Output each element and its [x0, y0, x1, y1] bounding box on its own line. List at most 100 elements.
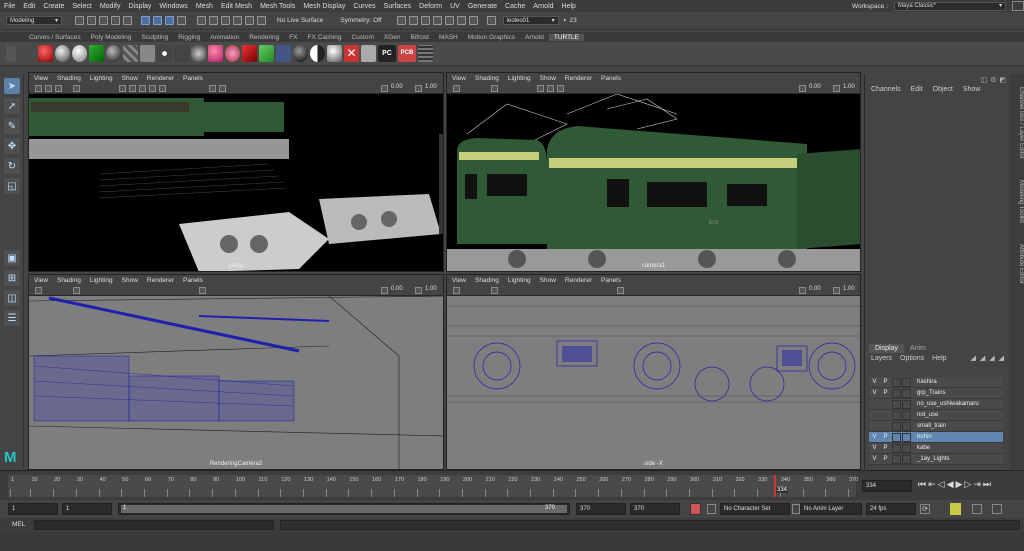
- menu-modify[interactable]: Modify: [96, 3, 125, 10]
- layer-color-box[interactable]: [902, 432, 911, 442]
- layer-row[interactable]: not_use: [869, 410, 1003, 421]
- shelf-green-cube-icon[interactable]: [259, 45, 274, 62]
- layer-color-box[interactable]: [902, 388, 911, 398]
- vp-menu-panels[interactable]: Panels: [601, 277, 621, 284]
- viewport-persp[interactable]: View Shading Lighting Show Renderer Pane…: [28, 72, 444, 272]
- select-tool-icon[interactable]: ➤: [4, 78, 20, 94]
- grid-icon[interactable]: [73, 287, 80, 294]
- bookmark-icon[interactable]: [45, 85, 52, 92]
- layer-type-box[interactable]: [892, 432, 901, 442]
- shelf-tab-bifrost[interactable]: Bifrost: [406, 34, 434, 41]
- vp-menu-renderer[interactable]: Renderer: [565, 277, 592, 284]
- grid-icon[interactable]: [73, 85, 80, 92]
- layer-row-selected[interactable]: V Pbuhin: [869, 432, 1003, 443]
- camera-icon[interactable]: [35, 85, 42, 92]
- go-to-end-icon[interactable]: ⏭: [983, 479, 991, 490]
- gamma-icon[interactable]: [833, 85, 840, 92]
- shelf-tab-rendering[interactable]: Rendering: [244, 34, 284, 41]
- shelf-teapot-icon[interactable]: [361, 45, 376, 62]
- key-icon[interactable]: [707, 504, 716, 514]
- shelf-tab-sculpting[interactable]: Sculpting: [137, 34, 174, 41]
- time-ruler[interactable]: 1 10 20 30 40 50 60 70 80 90 100 110 120 130 140 150 160…: [8, 475, 858, 497]
- layer-tab-display[interactable]: Display: [869, 344, 904, 353]
- shelf-tab-animation[interactable]: Animation: [205, 34, 244, 41]
- layer-menu-options[interactable]: Options: [900, 355, 924, 362]
- layer-type-box[interactable]: [892, 377, 901, 387]
- render-frame-icon[interactable]: [396, 16, 406, 25]
- play-forward-icon[interactable]: ▶: [956, 479, 963, 490]
- step-back-key-icon[interactable]: ⇤: [928, 479, 936, 490]
- range-bar[interactable]: 1 370: [118, 503, 570, 515]
- viewport-rendering-camera[interactable]: View Shading Lighting Show Renderer Pane…: [28, 274, 444, 470]
- select-object-icon[interactable]: [153, 16, 162, 25]
- layer-row[interactable]: V Phashira: [869, 377, 1003, 388]
- tab-modeling-toolkit[interactable]: Modeling Toolkit: [1010, 170, 1024, 232]
- scale-tool-icon[interactable]: ◱: [4, 178, 20, 194]
- gamma-value[interactable]: 1.00: [843, 84, 855, 90]
- wireframe-icon[interactable]: [617, 287, 624, 294]
- menu-windows[interactable]: Windows: [155, 3, 191, 10]
- layer-row[interactable]: no_use_ushiwakamaru: [869, 399, 1003, 410]
- textured-icon[interactable]: [139, 85, 146, 92]
- shelf-bw-sphere-icon[interactable]: [310, 45, 325, 62]
- arnold-render-icon[interactable]: [468, 16, 478, 25]
- camera-icon[interactable]: [35, 287, 42, 294]
- viewport-render-canvas[interactable]: RenderingCamera2: [29, 296, 443, 469]
- vp-menu-panels[interactable]: Panels: [183, 277, 203, 284]
- layer-visibility[interactable]: V: [869, 445, 880, 451]
- vp-menu-show[interactable]: Show: [122, 277, 138, 284]
- channel-menu-show[interactable]: Show: [963, 86, 981, 93]
- shelf-black-sphere-icon[interactable]: [293, 45, 308, 62]
- shelf-tab-turtle[interactable]: TURTLE: [548, 33, 585, 41]
- shelf-pcb-icon[interactable]: PCB: [398, 45, 416, 62]
- exposure-value[interactable]: 0.00: [809, 84, 821, 90]
- exposure-value[interactable]: 0.00: [391, 286, 403, 292]
- snap-surface-icon[interactable]: [245, 16, 254, 25]
- ipr-render-icon[interactable]: [408, 16, 418, 25]
- menu-select[interactable]: Select: [68, 3, 95, 10]
- current-time-marker[interactable]: [774, 475, 776, 497]
- exposure-icon[interactable]: [381, 85, 388, 92]
- shelf-tab-curves[interactable]: Curves / Surfaces: [24, 34, 86, 41]
- gamma-icon[interactable]: [833, 287, 840, 294]
- snap-curve-icon[interactable]: [209, 16, 218, 25]
- loop-icon[interactable]: ⟳: [920, 504, 930, 514]
- layer-color-box[interactable]: [902, 454, 911, 464]
- four-view-icon[interactable]: ⊞: [4, 270, 20, 286]
- current-frame-field[interactable]: 334: [862, 480, 912, 492]
- step-forward-frame-icon[interactable]: ▷: [964, 479, 971, 490]
- shelf-red-sphere-icon[interactable]: [38, 45, 53, 62]
- exposure-value[interactable]: 0.00: [809, 286, 821, 292]
- menu-uv[interactable]: UV: [446, 3, 464, 10]
- shelf-tab-custom[interactable]: Custom: [346, 34, 378, 41]
- shelf-tab-fx[interactable]: FX: [284, 34, 302, 41]
- anim-end-field[interactable]: 370: [576, 503, 626, 515]
- shelf-blue-icon[interactable]: [276, 45, 291, 62]
- smooth-shade-icon[interactable]: [547, 85, 554, 92]
- shelf-gear-icon[interactable]: [6, 45, 16, 62]
- layer-arrow-icon[interactable]: ◢: [980, 354, 985, 362]
- layer-color-box[interactable]: [902, 399, 911, 409]
- shelf-grid-icon[interactable]: [418, 45, 433, 62]
- shelf-pc-icon[interactable]: PC: [378, 45, 396, 62]
- shelf-white-sphere-icon[interactable]: [72, 45, 87, 62]
- gamma-icon[interactable]: [415, 85, 422, 92]
- anim-layer-field[interactable]: No Anim Layer: [800, 503, 862, 515]
- menu-surfaces[interactable]: Surfaces: [380, 3, 416, 10]
- vp-menu-shading[interactable]: Shading: [57, 277, 81, 284]
- redo-icon[interactable]: [123, 16, 132, 25]
- layer-row[interactable]: small_train: [869, 421, 1003, 432]
- shelf-checker-icon[interactable]: [123, 45, 138, 62]
- shelf-cross-icon[interactable]: ✕: [344, 45, 359, 62]
- layer-type-box[interactable]: [892, 443, 901, 453]
- lasso-tool-icon[interactable]: ➚: [4, 98, 20, 114]
- viewport-camera1-canvas[interactable]: EK5 camera1: [447, 94, 860, 271]
- vp-menu-lighting[interactable]: Lighting: [90, 75, 113, 82]
- menu-generate[interactable]: Generate: [464, 3, 501, 10]
- wireframe-icon[interactable]: [537, 85, 544, 92]
- gamma-icon[interactable]: [415, 287, 422, 294]
- viewport-side-canvas[interactable]: side -X: [447, 296, 860, 469]
- layer-type-box[interactable]: [892, 410, 901, 420]
- end-time-field[interactable]: 370: [630, 503, 680, 515]
- shelf-tab-arnold[interactable]: Arnold: [520, 34, 549, 41]
